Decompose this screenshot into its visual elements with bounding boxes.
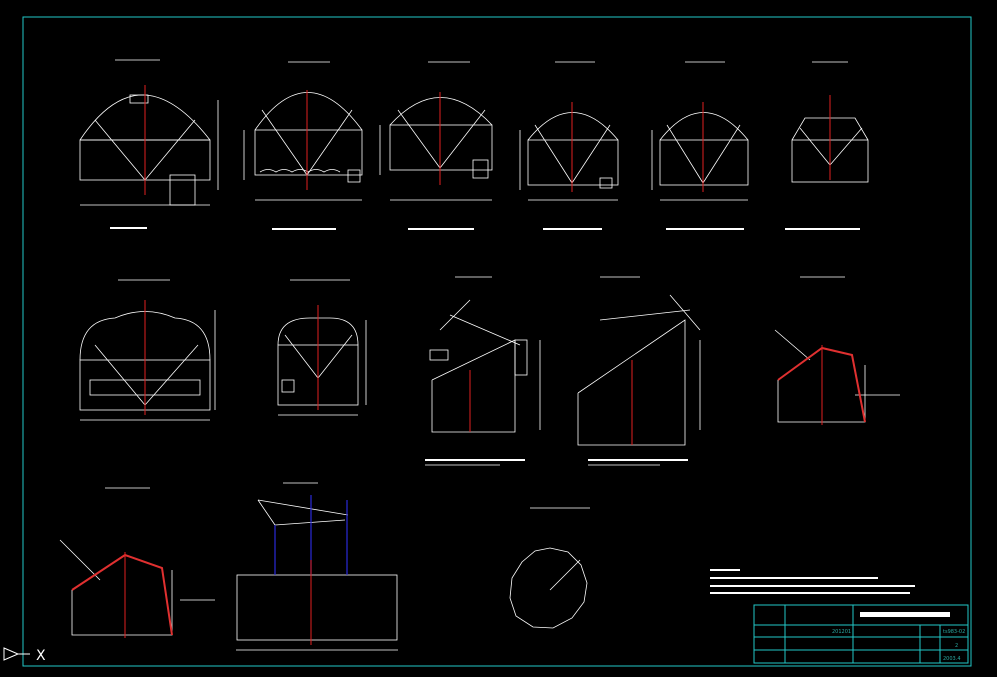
ucs-arrow-icon	[3, 647, 30, 661]
section-8[interactable]	[277, 279, 367, 416]
sheet-no: 2	[955, 643, 958, 649]
section-5[interactable]	[651, 61, 749, 230]
section-2[interactable]	[243, 61, 363, 230]
section-6[interactable]	[785, 61, 869, 230]
notes	[710, 569, 915, 594]
drawing-frame	[22, 16, 972, 667]
section-11[interactable]	[774, 276, 900, 423]
section-1[interactable]	[79, 59, 219, 229]
section-12[interactable]	[59, 487, 215, 636]
revision: 201201	[832, 629, 851, 635]
section-4[interactable]	[519, 61, 619, 230]
section-9[interactable]	[425, 276, 541, 466]
section-10[interactable]	[577, 276, 701, 466]
drawing-no: ts983-02	[943, 629, 965, 635]
title-block[interactable]: ts983-02 201201 2 2003.4	[753, 604, 969, 664]
cad-drawing-canvas[interactable]: ts983-02 201201 2 2003.4 X	[0, 0, 997, 677]
section-13[interactable]	[236, 482, 398, 651]
section-3[interactable]	[379, 61, 493, 230]
section-14[interactable]	[509, 507, 590, 629]
x-axis-icon: X	[36, 648, 46, 664]
section-7[interactable]	[79, 279, 216, 421]
date: 2003.4	[943, 656, 961, 662]
